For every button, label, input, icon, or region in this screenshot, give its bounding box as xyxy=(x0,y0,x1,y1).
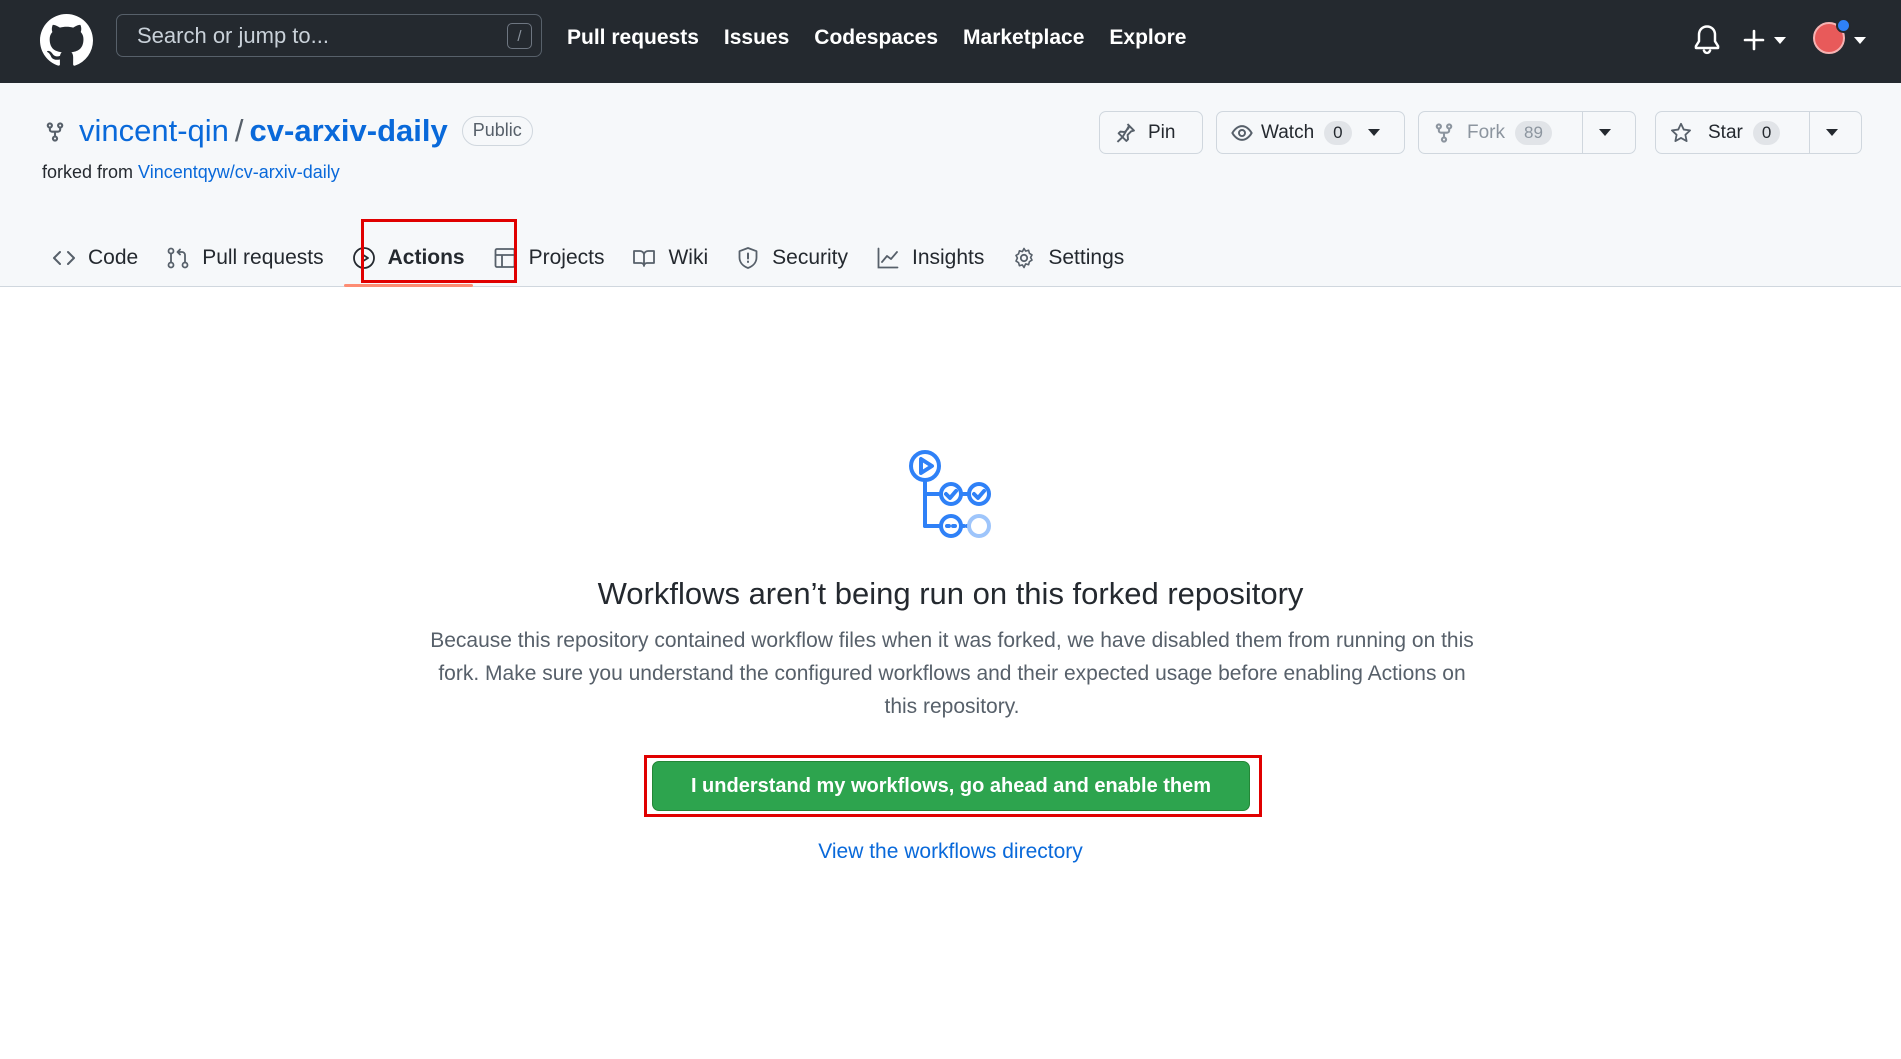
nav-issues[interactable]: Issues xyxy=(724,24,789,52)
watch-label: Watch xyxy=(1261,121,1315,143)
star-dropdown-button[interactable] xyxy=(1810,111,1862,154)
fork-button[interactable]: Fork 89 xyxy=(1418,111,1583,154)
search-shortcut-key: / xyxy=(507,23,532,49)
blankslate-title: Workflows aren’t being run on this forke… xyxy=(597,576,1304,611)
status-dot xyxy=(1836,18,1851,33)
repo-name-link[interactable]: cv-arxiv-daily xyxy=(250,113,448,149)
pin-button[interactable]: Pin xyxy=(1099,111,1203,154)
tab-security[interactable]: Security xyxy=(726,229,858,287)
tab-label: Pull requests xyxy=(202,246,324,269)
forked-from-link[interactable]: Vincentqyw/cv-arxiv-daily xyxy=(138,162,340,182)
nav-explore[interactable]: Explore xyxy=(1109,24,1186,52)
tab-label: Code xyxy=(88,246,139,269)
pin-icon xyxy=(1116,122,1135,143)
global-nav: Pull requests Issues Codespaces Marketpl… xyxy=(567,24,1211,52)
tab-wiki[interactable]: Wiki xyxy=(622,229,718,287)
star-button[interactable]: Star 0 xyxy=(1655,111,1810,154)
tab-label: Security xyxy=(772,246,848,269)
tab-label: Insights xyxy=(912,246,985,269)
repo-owner-link[interactable]: vincent-qin xyxy=(79,113,229,149)
nav-pull-requests[interactable]: Pull requests xyxy=(567,24,699,52)
chevron-down-icon xyxy=(1774,36,1786,44)
nav-marketplace[interactable]: Marketplace xyxy=(963,24,1084,52)
highlight-box-actions-tab xyxy=(361,219,517,283)
gear-icon xyxy=(1015,247,1034,269)
workflow-illustration-icon xyxy=(906,447,998,539)
fork-label: Fork xyxy=(1467,121,1505,143)
repo-header: vincent-qin / cv-arxiv-daily Public fork… xyxy=(0,83,1901,287)
search-placeholder: Search or jump to... xyxy=(137,22,329,48)
github-logo-icon[interactable] xyxy=(40,14,93,67)
user-menu[interactable] xyxy=(1810,18,1868,60)
graph-icon xyxy=(877,247,899,269)
highlight-box-enable-button xyxy=(644,755,1262,817)
chevron-down-icon xyxy=(1367,129,1380,136)
fork-count: 89 xyxy=(1515,120,1552,145)
book-icon xyxy=(633,250,656,267)
eye-icon xyxy=(1231,124,1253,141)
tab-label: Wiki xyxy=(668,246,709,269)
visibility-badge: Public xyxy=(461,116,533,146)
view-workflows-directory-link[interactable]: View the workflows directory xyxy=(0,840,1901,864)
global-header: Search or jump to... / Pull requests Iss… xyxy=(0,0,1901,83)
git-pull-request-icon xyxy=(167,247,189,269)
repo-title: vincent-qin / cv-arxiv-daily Public xyxy=(79,113,533,149)
chevron-down-icon xyxy=(1854,37,1866,44)
chevron-down-icon xyxy=(1826,129,1838,136)
notifications-bell-icon[interactable] xyxy=(1692,24,1722,56)
star-label: Star xyxy=(1708,121,1743,143)
repo-forked-icon xyxy=(44,120,66,144)
create-new-menu[interactable] xyxy=(1742,24,1792,56)
tab-insights[interactable]: Insights xyxy=(866,229,994,287)
plus-icon xyxy=(1743,29,1765,51)
tab-settings[interactable]: Settings xyxy=(1002,229,1134,287)
forked-from-prefix: forked from xyxy=(42,162,134,182)
tab-code[interactable]: Code xyxy=(42,229,148,287)
chevron-down-icon xyxy=(1599,129,1611,136)
tab-label: Settings xyxy=(1048,246,1125,269)
blankslate-description: Because this repository contained workfl… xyxy=(430,629,1474,718)
watch-count: 0 xyxy=(1324,120,1352,145)
watch-button[interactable]: Watch 0 xyxy=(1216,111,1405,154)
star-count: 0 xyxy=(1752,120,1781,145)
repo-forked-icon xyxy=(1435,122,1453,143)
fork-dropdown-button[interactable] xyxy=(1583,111,1636,154)
forked-from-line: forked from Vincentqyw/cv-arxiv-daily xyxy=(42,162,340,183)
shield-icon xyxy=(738,247,758,269)
nav-codespaces[interactable]: Codespaces xyxy=(814,24,938,52)
star-icon xyxy=(1671,122,1691,142)
repo-separator: / xyxy=(234,113,244,148)
tab-pull-requests[interactable]: Pull requests xyxy=(156,229,333,287)
code-icon xyxy=(53,251,75,265)
tab-label: Projects xyxy=(528,246,605,269)
pin-label: Pin xyxy=(1148,121,1176,143)
repo-tabs: Code Pull requests Actions Projects Wiki… xyxy=(42,229,1142,287)
search-input[interactable]: Search or jump to... / xyxy=(116,14,542,57)
